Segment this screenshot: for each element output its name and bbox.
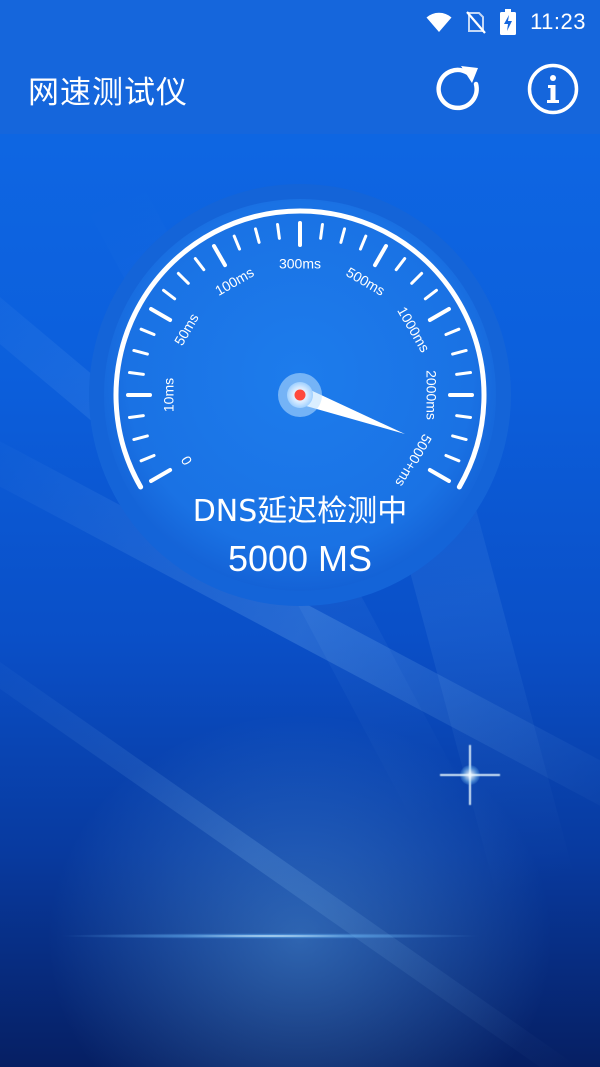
gauge-minor-tick <box>319 222 324 240</box>
gauge-hub-dot <box>294 389 306 401</box>
app-bar: 网速测试仪 <box>0 44 600 134</box>
gauge-status-text: DNS延迟检测中 <box>192 494 408 529</box>
info-icon <box>527 63 579 115</box>
sparkle-icon <box>440 745 500 805</box>
status-time: 11:23 <box>530 9 586 34</box>
status-bar: 11:23 <box>0 0 600 44</box>
gauge-tick-label: 10ms <box>161 378 177 412</box>
no-sim-icon <box>466 10 486 34</box>
battery-charging-icon <box>500 9 517 35</box>
app-title: 网速测试仪 <box>28 74 188 111</box>
gauge-minor-tick <box>276 222 281 240</box>
horizon-glow <box>0 932 600 940</box>
info-button[interactable] <box>526 62 580 116</box>
gauge-minor-tick <box>127 414 145 419</box>
gauge-tick-label: 2000ms <box>423 370 439 420</box>
wifi-icon <box>426 11 452 33</box>
gauge-minor-tick <box>127 371 145 376</box>
refresh-icon <box>436 66 479 111</box>
refresh-button[interactable] <box>432 62 486 116</box>
gauge-tick-label: 300ms <box>279 256 321 272</box>
app-actions <box>432 62 600 116</box>
gauge-value-text: 5000 MS <box>227 538 373 579</box>
gauge-minor-tick <box>455 371 473 376</box>
gauge-minor-tick <box>455 414 473 419</box>
